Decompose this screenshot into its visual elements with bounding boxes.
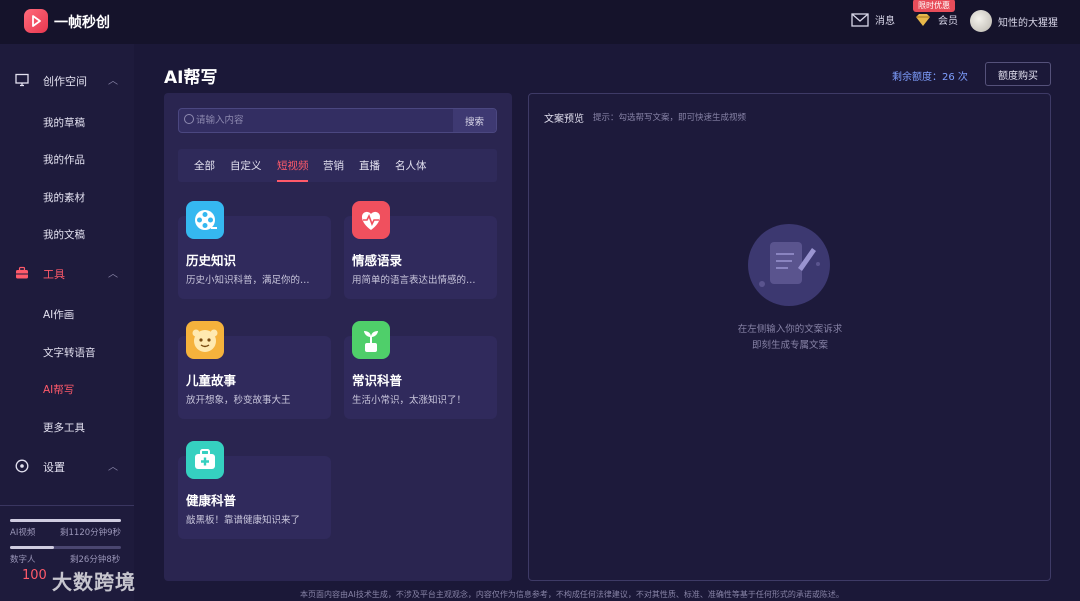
heart-pulse-icon	[352, 201, 390, 239]
diamond-icon	[916, 13, 930, 26]
sidebar-item-ai-painting[interactable]: AI作画	[43, 307, 74, 322]
usage-remaining-digital-human: 剩26分钟8秒	[70, 555, 121, 565]
watermark-mark: 100	[22, 568, 47, 583]
tab-live[interactable]: 直播	[359, 158, 380, 173]
sprout-icon	[352, 321, 390, 359]
username: 知性的大猩猩	[998, 17, 1058, 29]
sidebar-item-scripts[interactable]: 我的文稿	[43, 227, 85, 242]
sidebar-item-more-tools[interactable]: 更多工具	[43, 420, 85, 435]
promo-badge: 限时优惠	[913, 0, 955, 12]
card-description: 生活小常识，太涨知识了！	[352, 395, 467, 406]
search-button[interactable]: 搜索	[453, 109, 496, 132]
toolbox-icon	[16, 266, 28, 279]
card-title: 儿童故事	[186, 373, 237, 388]
search-input[interactable]	[196, 112, 446, 129]
avatar	[970, 10, 992, 32]
preview-hint: 提示：勾选帮写文案，即可快速生成视频	[593, 113, 747, 123]
sidebar-item-works[interactable]: 我的作品	[43, 152, 85, 167]
tab-marketing[interactable]: 营销	[323, 158, 344, 173]
monitor-icon	[15, 73, 29, 87]
usage-label-digital-human: 数字人	[10, 555, 36, 565]
messages-button[interactable]: 消息	[851, 12, 895, 27]
page-title: AI帮写	[164, 68, 218, 88]
sidebar-group-create-label: 创作空间	[43, 75, 87, 88]
play-icon	[32, 15, 41, 27]
messages-label: 消息	[875, 16, 895, 27]
empty-state-line-2: 即刻生成专属文案	[751, 340, 828, 351]
chevron-up-icon: ︿	[108, 269, 118, 280]
sidebar-item-text-to-speech[interactable]: 文字转语音	[43, 345, 96, 360]
usage-bar-digital-human	[10, 546, 121, 549]
sidebar-item-materials[interactable]: 我的素材	[43, 190, 85, 205]
empty-state-line-1: 在左侧输入你的文案诉求	[737, 324, 843, 335]
sidebar-item-ai-writing[interactable]: AI帮写	[43, 382, 74, 397]
card-title: 情感语录	[352, 253, 403, 268]
medical-kit-icon	[186, 441, 224, 479]
sidebar-group-tools[interactable]: 工具 ︿	[0, 259, 134, 287]
card-description: 历史小知识科普，满足你的…	[186, 275, 310, 286]
tab-custom[interactable]: 自定义	[230, 158, 262, 173]
sidebar: 创作空间 ︿ 我的草稿 我的作品 我的素材 我的文稿 工具 ︿ AI作画 文字转…	[0, 44, 134, 601]
sidebar-group-settings-label: 设置	[43, 461, 65, 474]
sidebar-group-create[interactable]: 创作空间 ︿	[0, 66, 134, 94]
card-title: 历史知识	[186, 253, 237, 268]
ai-disclaimer: 本页面内容由AI技术生成，不涉及平台主观观念，内容仅作为信息参考，不构成任何法律…	[300, 590, 844, 599]
app-logo[interactable]	[24, 9, 48, 33]
sidebar-divider	[0, 505, 134, 506]
usage-bar-ai-video	[10, 519, 121, 522]
member-button[interactable]: 会员	[914, 12, 958, 27]
card-description: 用简单的语言表达出情感的…	[352, 275, 476, 286]
tab-active-indicator	[277, 180, 308, 182]
quota-text: 剩余额度：26 次	[892, 72, 968, 83]
member-label: 会员	[938, 16, 958, 27]
mail-icon	[851, 12, 869, 27]
usage-remaining-ai-video: 剩1120分钟9秒	[60, 528, 122, 538]
user-menu[interactable]: 知性的大猩猩	[970, 10, 1058, 32]
tab-short-video[interactable]: 短视频	[277, 158, 309, 173]
watermark: 大数跨境	[52, 570, 136, 594]
chevron-up-icon: ︿	[108, 76, 118, 87]
usage-label-ai-video: AI视频	[10, 528, 36, 538]
settings-icon	[15, 459, 29, 473]
sidebar-group-tools-label: 工具	[43, 268, 65, 281]
buy-quota-button[interactable]: 额度购买	[985, 62, 1051, 86]
search-icon	[184, 114, 194, 124]
card-description: 敲黑板！靠谱健康知识来了	[186, 515, 301, 526]
tab-all[interactable]: 全部	[194, 158, 215, 173]
tab-celebrity[interactable]: 名人体	[395, 158, 427, 173]
preview-title: 文案预览	[544, 114, 584, 125]
chevron-up-icon: ︿	[108, 462, 118, 473]
card-description: 放开想象，秒变故事大王	[186, 395, 291, 406]
card-title: 健康科普	[186, 493, 237, 508]
top-bar: 一帧秒创 消息 限时优惠 会员 知性的大猩猩	[0, 0, 1080, 44]
film-reel-icon	[186, 201, 224, 239]
child-face-icon	[186, 321, 224, 359]
card-title: 常识科普	[352, 373, 403, 388]
sidebar-group-settings[interactable]: 设置 ︿	[0, 452, 134, 480]
app-name: 一帧秒创	[54, 15, 110, 31]
sidebar-item-drafts[interactable]: 我的草稿	[43, 115, 85, 130]
document-quill-icon	[748, 224, 830, 306]
